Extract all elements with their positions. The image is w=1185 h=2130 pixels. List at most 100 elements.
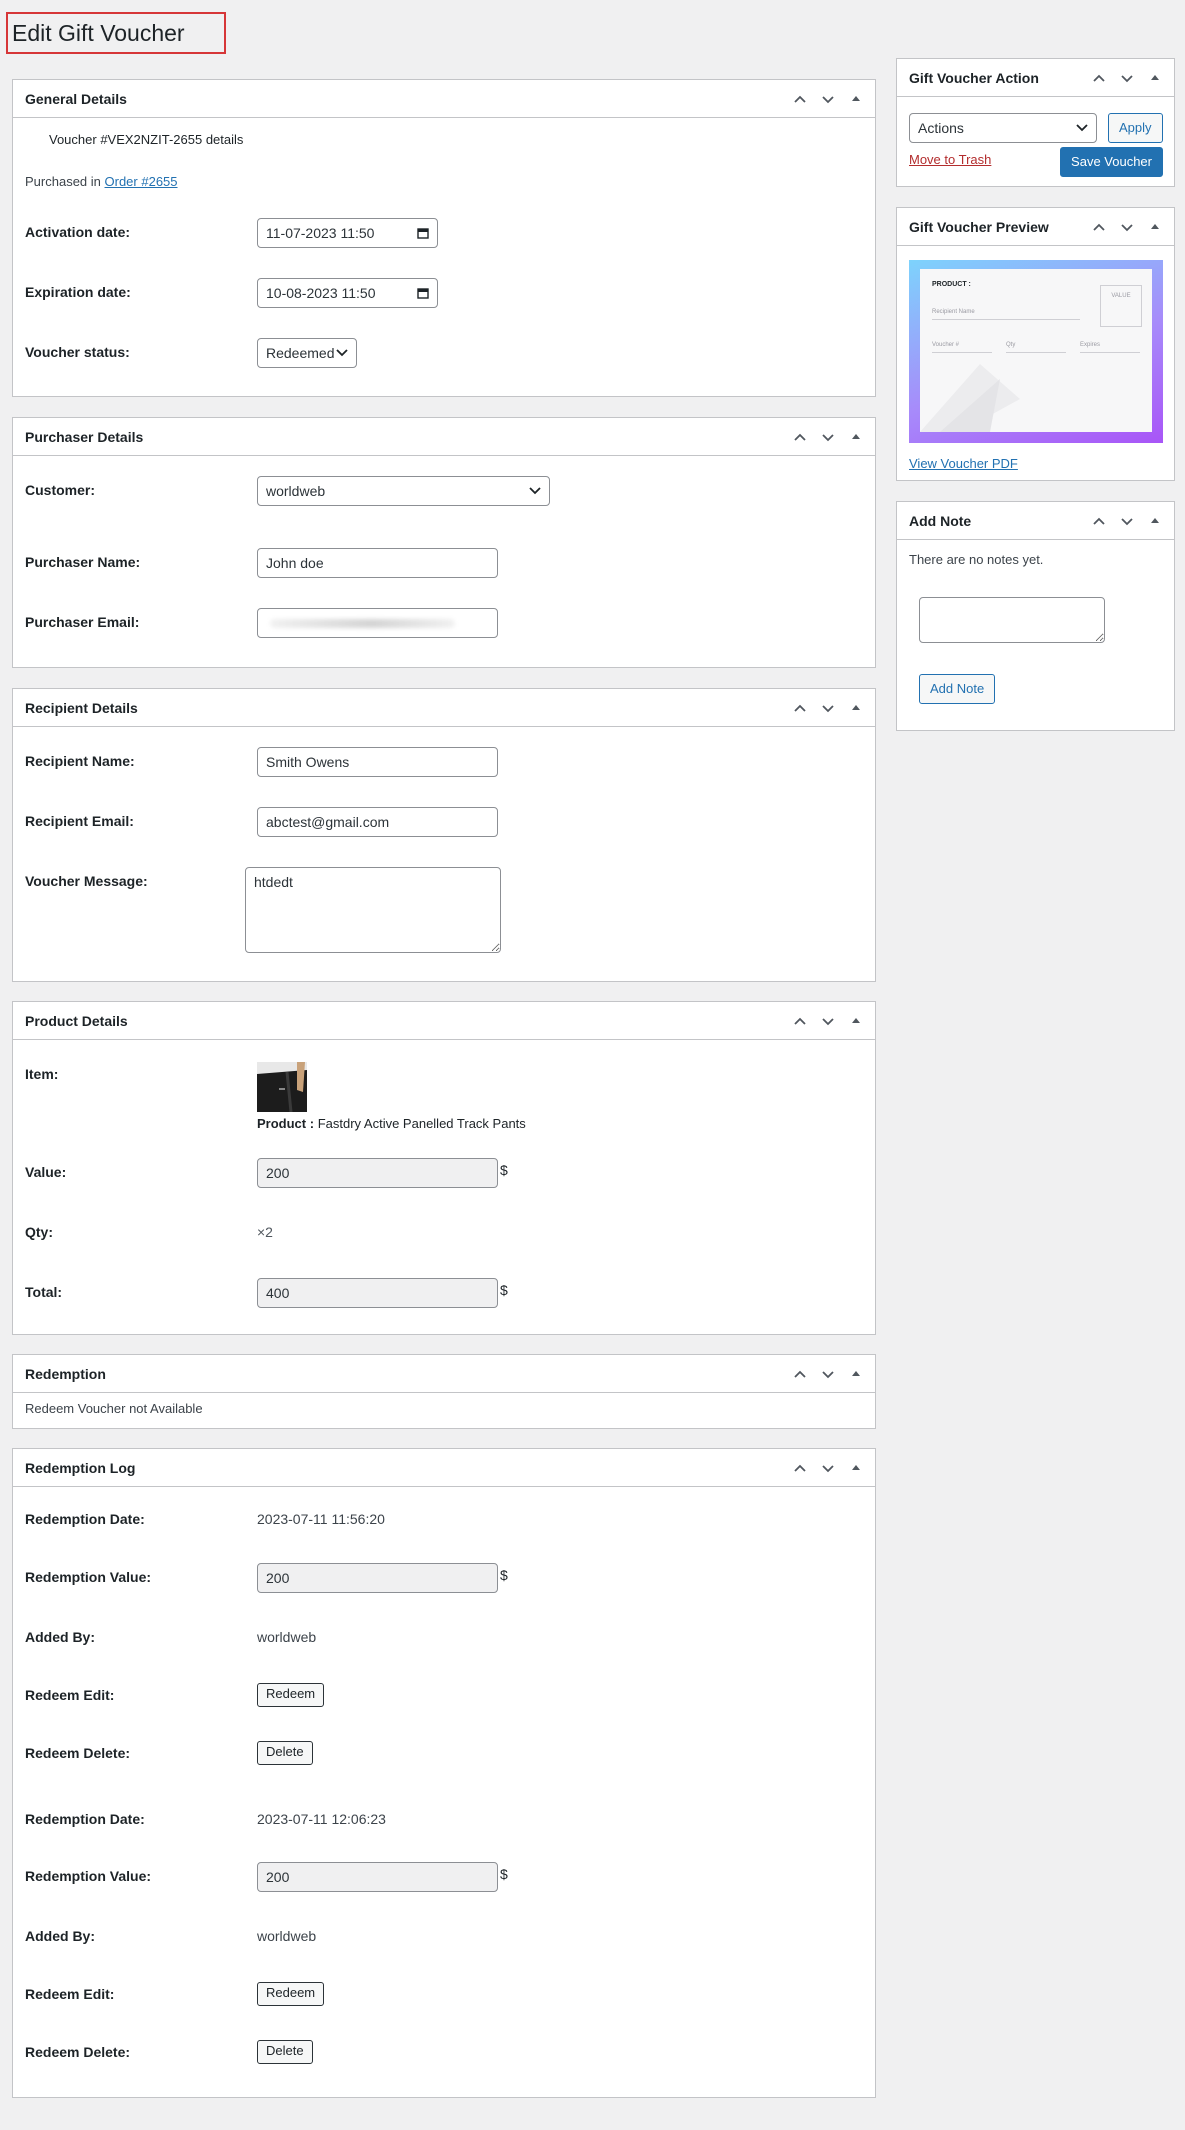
move-down-icon[interactable] — [815, 1006, 841, 1036]
card-value-box: VALUE — [1100, 285, 1142, 327]
redemption-message: Redeem Voucher not Available — [25, 1401, 203, 1416]
value-label: Value: — [25, 1164, 67, 1180]
move-up-icon[interactable] — [1086, 63, 1112, 93]
redeem-edit-label: Redeem Edit: — [25, 1986, 115, 2002]
move-up-icon[interactable] — [787, 1453, 813, 1483]
recipient-name-label: Recipient Name: — [25, 753, 135, 769]
calendar-icon[interactable] — [417, 287, 429, 299]
general-details-title: General Details — [25, 90, 127, 107]
collapse-toggle-icon[interactable] — [843, 84, 869, 114]
collapse-toggle-icon[interactable] — [843, 693, 869, 723]
card-voucher-field: Voucher # — [932, 342, 992, 353]
purchaser-email-label: Purchaser Email: — [25, 614, 140, 630]
move-up-icon[interactable] — [787, 422, 813, 452]
collapse-toggle-icon[interactable] — [843, 1359, 869, 1389]
qty-value: ×2 — [257, 1224, 273, 1240]
collapse-toggle-icon[interactable] — [843, 1006, 869, 1036]
product-name: Fastdry Active Panelled Track Pants — [317, 1116, 526, 1131]
view-voucher-pdf-link[interactable]: View Voucher PDF — [909, 456, 1018, 471]
voucher-action-header: Gift Voucher Action — [897, 59, 1174, 97]
move-to-trash-link[interactable]: Move to Trash — [909, 152, 991, 167]
move-down-icon[interactable] — [815, 84, 841, 114]
customer-select[interactable]: worldweb — [257, 476, 550, 506]
no-notes-text: There are no notes yet. — [909, 552, 1044, 567]
redemption-value-label: Redemption Value: — [25, 1868, 152, 1884]
recipient-details-box: Recipient Details Recipient Name: Smith … — [12, 688, 876, 982]
note-textarea[interactable] — [919, 597, 1105, 643]
save-voucher-button[interactable]: Save Voucher — [1060, 147, 1163, 177]
move-down-icon[interactable] — [1114, 63, 1140, 93]
calendar-icon[interactable] — [417, 227, 429, 239]
add-note-button[interactable]: Add Note — [919, 674, 996, 704]
expiration-date-input[interactable]: 10-08-2023 11:50 — [257, 278, 438, 308]
activation-date-value: 11-07-2023 11:50 — [266, 225, 375, 241]
recipient-email-label: Recipient Email: — [25, 813, 134, 829]
move-down-icon[interactable] — [1114, 212, 1140, 242]
total-label: Total: — [25, 1284, 63, 1300]
purchased-in-prefix: Purchased in — [25, 174, 101, 189]
redemption-value-input[interactable]: 200 — [257, 1563, 498, 1593]
add-note-title: Add Note — [909, 512, 972, 529]
purchaser-email-input[interactable] — [257, 608, 498, 638]
redemption-box: Redemption Redeem Voucher not Available — [12, 1354, 876, 1429]
redeem-delete-button[interactable]: Delete — [257, 2040, 313, 2064]
move-up-icon[interactable] — [787, 84, 813, 114]
redemption-date-value: 2023-07-11 11:56:20 — [257, 1511, 385, 1527]
voucher-message-textarea[interactable]: htdedt — [245, 867, 501, 953]
product-details-title: Product Details — [25, 1012, 128, 1029]
move-down-icon[interactable] — [815, 1453, 841, 1483]
customer-label: Customer: — [25, 482, 96, 498]
collapse-toggle-icon[interactable] — [843, 422, 869, 452]
general-details-box: General Details Voucher #VEX2NZIT-2655 d… — [12, 79, 876, 397]
value-input[interactable]: 200 — [257, 1158, 498, 1188]
apply-button[interactable]: Apply — [1108, 113, 1163, 143]
move-down-icon[interactable] — [815, 693, 841, 723]
product-image — [257, 1062, 307, 1112]
purchaser-name-input[interactable]: John doe — [257, 548, 498, 578]
redeem-edit-button[interactable]: Redeem — [257, 1683, 325, 1707]
recipient-details-title: Recipient Details — [25, 699, 138, 716]
move-up-icon[interactable] — [1086, 212, 1112, 242]
collapse-toggle-icon[interactable] — [1142, 212, 1168, 242]
move-down-icon[interactable] — [815, 422, 841, 452]
move-up-icon[interactable] — [1086, 506, 1112, 536]
voucher-status-select[interactable]: Redeemed — [257, 338, 357, 368]
move-up-icon[interactable] — [787, 693, 813, 723]
currency-symbol: $ — [500, 1567, 508, 1583]
recipient-email-input[interactable]: abctest@gmail.com — [257, 807, 498, 837]
redemption-title: Redemption — [25, 1365, 106, 1382]
voucher-action-title: Gift Voucher Action — [909, 69, 1039, 86]
redeem-delete-button[interactable]: Delete — [257, 1741, 313, 1765]
actions-select-value: Actions — [918, 120, 964, 136]
voucher-preview-image[interactable]: PRODUCT : Recipient Name VALUE Voucher #… — [909, 260, 1163, 443]
activation-date-input[interactable]: 11-07-2023 11:50 — [257, 218, 438, 248]
recipient-name-input[interactable]: Smith Owens — [257, 747, 498, 777]
redemption-date-value: 2023-07-11 12:06:23 — [257, 1811, 386, 1827]
move-down-icon[interactable] — [815, 1359, 841, 1389]
total-input[interactable]: 400 — [257, 1278, 498, 1308]
currency-symbol: $ — [500, 1282, 508, 1298]
collapse-toggle-icon[interactable] — [843, 1453, 869, 1483]
redeem-edit-button[interactable]: Redeem — [257, 1982, 325, 2006]
chevron-down-icon — [529, 487, 541, 495]
add-note-header: Add Note — [897, 502, 1174, 540]
move-up-icon[interactable] — [787, 1006, 813, 1036]
product-thumbnail[interactable] — [257, 1062, 307, 1112]
redemption-log-box: Redemption Log Redemption Date: 2023-07-… — [12, 1448, 876, 2098]
collapse-toggle-icon[interactable] — [1142, 63, 1168, 93]
general-details-header: General Details — [13, 80, 875, 118]
redeem-delete-label: Redeem Delete: — [25, 1745, 131, 1761]
collapse-toggle-icon[interactable] — [1142, 506, 1168, 536]
voucher-card: PRODUCT : Recipient Name VALUE Voucher #… — [920, 269, 1152, 432]
redemption-date-label: Redemption Date: — [25, 1511, 145, 1527]
move-down-icon[interactable] — [1114, 506, 1140, 536]
actions-select[interactable]: Actions — [909, 113, 1097, 143]
redemption-value-input[interactable]: 200 — [257, 1862, 498, 1892]
order-link[interactable]: Order #2655 — [105, 174, 178, 189]
purchased-in-line: Purchased in Order #2655 — [25, 174, 863, 189]
added-by-label: Added By: — [25, 1928, 95, 1944]
added-by-value: worldweb — [257, 1629, 317, 1645]
move-up-icon[interactable] — [787, 1359, 813, 1389]
card-expires-field: Expires — [1080, 342, 1140, 353]
chevron-down-icon — [336, 349, 348, 357]
